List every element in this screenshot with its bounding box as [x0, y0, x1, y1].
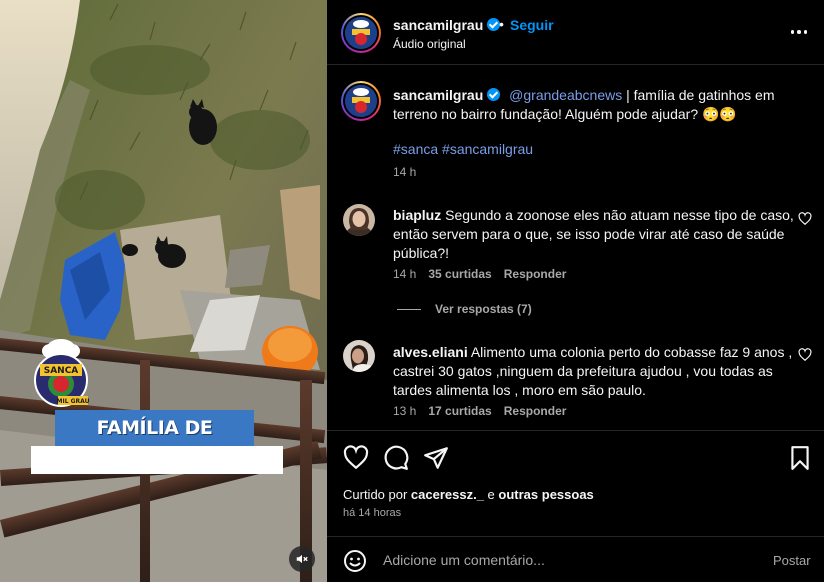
comment-heart-icon[interactable] [798, 348, 812, 362]
svg-text:MIL GRAU: MIL GRAU [57, 398, 90, 405]
comment-username[interactable]: biapluz [393, 207, 441, 223]
caption-hashtags[interactable]: #sanca #sancamilgrau [393, 141, 533, 157]
comment-time[interactable]: 13 h [393, 404, 416, 418]
video-frame [0, 0, 327, 582]
caption-author-avatar[interactable] [341, 81, 381, 121]
reply-button[interactable]: Responder [504, 404, 567, 418]
svg-text:SANCA: SANCA [44, 366, 79, 376]
audio-label[interactable]: Áudio original [393, 37, 466, 51]
caption-timestamp[interactable]: 14 h [393, 165, 416, 179]
more-options-icon[interactable] [788, 22, 810, 42]
comment-heart-icon[interactable] [798, 212, 812, 226]
comment-input[interactable] [383, 549, 753, 571]
post-details-panel: sancamilgrau • Seguir Áudio original san… [327, 0, 824, 582]
commenter-avatar[interactable] [343, 204, 375, 236]
muted-speaker-icon[interactable] [289, 546, 315, 572]
video-overlay-title: FAMÍLIA DE GATINHOS [55, 410, 254, 475]
share-icon[interactable] [423, 445, 449, 471]
commenter-avatar[interactable] [343, 340, 375, 372]
add-comment-bar: Postar [327, 536, 824, 582]
video-overlay-bar [31, 446, 283, 474]
bookmark-icon[interactable] [787, 445, 813, 471]
separator-dot: • [499, 16, 504, 32]
view-replies-button[interactable]: Ver respostas (7) [397, 302, 532, 316]
liked-by-user[interactable]: caceressz._ [411, 487, 484, 502]
author-username[interactable]: sancamilgrau [393, 17, 501, 33]
comment-likes[interactable]: 17 curtidas [428, 404, 491, 418]
liked-by-others[interactable]: outras pessoas [498, 487, 593, 502]
post-comment-button[interactable]: Postar [773, 553, 811, 568]
post-header: sancamilgrau • Seguir Áudio original [327, 0, 824, 65]
post-timestamp[interactable]: há 14 horas [343, 507, 401, 519]
caption-mention[interactable]: @grandeabcnews [509, 87, 622, 103]
reply-button[interactable]: Responder [504, 267, 567, 281]
liked-by-text: Curtido por caceressz._ e outras pessoas [343, 487, 594, 502]
comment-username[interactable]: alves.eliani [393, 344, 468, 360]
author-avatar[interactable] [341, 13, 381, 53]
verified-badge-icon [487, 88, 501, 101]
comment-meta: 13 h 17 curtidas Responder [393, 404, 566, 418]
comment-icon[interactable] [383, 445, 409, 471]
sanca-mil-grau-logo: SANCA MIL GRAU [28, 338, 94, 410]
comment-text: alves.eliani Alimento uma colonia perto … [393, 344, 793, 398]
comment-time[interactable]: 14 h [393, 267, 416, 281]
comment-likes[interactable]: 35 curtidas [428, 267, 491, 281]
post-video[interactable]: SANCA MIL GRAU FAMÍLIA DE GATINHOS [0, 0, 327, 582]
caption-username[interactable]: sancamilgrau [393, 87, 483, 103]
comment-text: biapluz Segundo a zoonose eles não atuam… [393, 207, 794, 261]
follow-button[interactable]: Seguir [510, 17, 554, 33]
comment-meta: 14 h 35 curtidas Responder [393, 267, 566, 281]
emoji-icon[interactable] [343, 549, 367, 573]
post-caption: sancamilgrau @grandeabcnews | família de… [393, 86, 793, 124]
heart-icon[interactable] [343, 445, 369, 471]
